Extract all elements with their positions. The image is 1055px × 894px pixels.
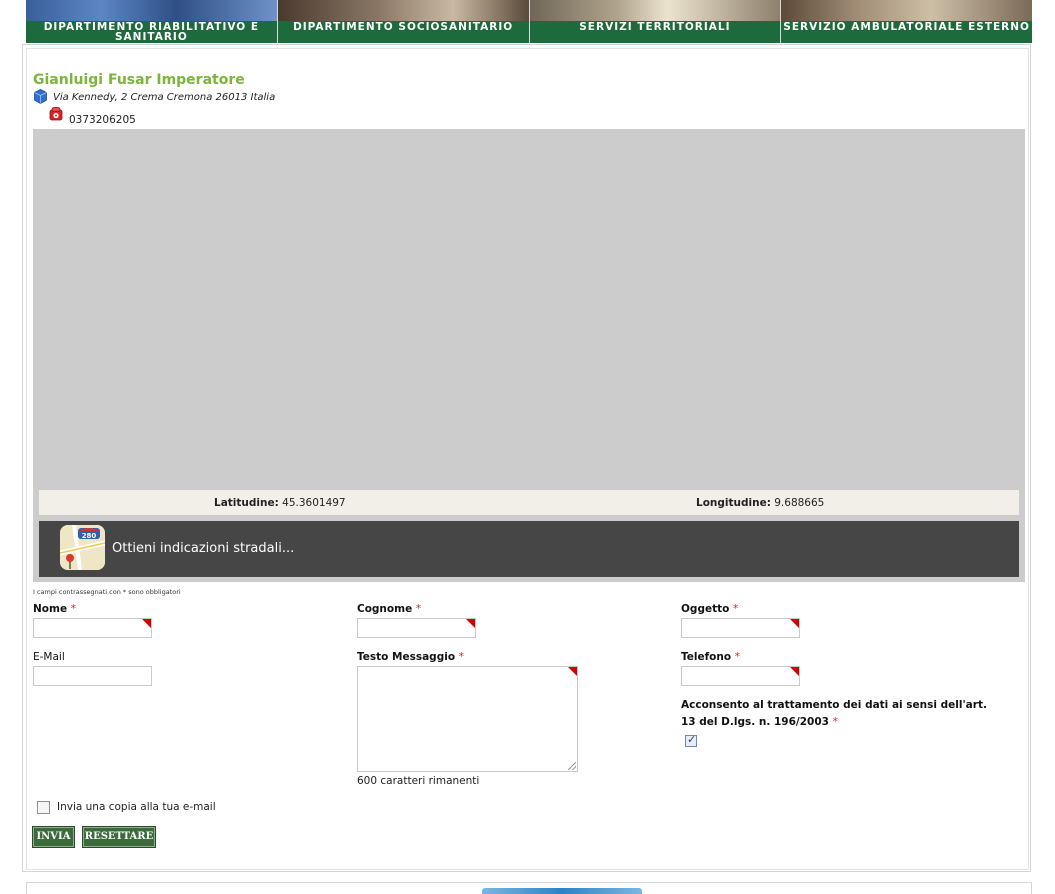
latitude-value: 45.3601497 [282,497,346,509]
email-label: E-Mail [33,651,65,663]
nav-item-servizi-territoriali[interactable]: SERVIZI TERRITORIALI [529,0,782,43]
contact-address: Via Kennedy, 2 Crema Cremona 26013 Itali… [53,92,276,103]
latitude: Latitudine: 45.3601497 [214,497,346,509]
address-icon [34,89,47,104]
longitude-label: Longitudine: [696,497,771,509]
telefono-input[interactable] [681,666,800,686]
contact-phone: 0373206205 [69,114,136,126]
nav-item-label: DIPARTIMENTO RIABILITATIVO E SANITARIO [26,21,277,43]
email-input[interactable] [33,666,152,686]
nome-input[interactable] [33,618,152,638]
oggetto-input[interactable] [681,618,800,638]
nome-label: Nome * [33,603,76,615]
send-copy-checkbox[interactable] [37,801,50,814]
longitude-value: 9.688665 [774,497,825,509]
get-directions-label: Ottieni indicazioni stradali... [112,541,295,556]
footer-logo [482,888,642,894]
latitude-label: Latitudine: [214,497,279,509]
consent-label: Acconsento al trattamento dei dati ai se… [681,699,987,728]
nav-banner-image [781,0,1032,21]
department-nav: DIPARTIMENTO RIABILITATIVO E SANITARIO D… [26,0,1032,43]
nav-banner-image [277,0,529,21]
coordinates-bar: Latitudine: 45.3601497 Longitudine: 9.68… [39,490,1019,515]
checkmark-icon: ✓ [687,733,697,746]
contact-name: Gianluigi Fusar Imperatore [33,72,245,88]
nav-item-sociosanitario[interactable]: DIPARTIMENTO SOCIOSANITARIO [277,0,530,43]
longitude: Longitudine: 9.688665 [696,497,824,509]
consent-checkbox[interactable]: ✓ [685,733,697,747]
chars-remaining: 600 caratteri rimanenti [357,775,480,787]
nav-item-label: SERVIZIO AMBULATORIALE ESTERNO [781,21,1032,43]
maps-icon: 280 [60,525,105,570]
telefono-label: Telefono * [681,651,740,663]
messaggio-textarea[interactable] [357,666,578,772]
cognome-label: Cognome * [357,603,422,615]
submit-button[interactable]: INVIA [33,827,74,847]
nav-banner-image [529,0,781,21]
cognome-input[interactable] [357,618,476,638]
nav-banner-image [26,0,277,21]
required-note: I campi contrassegnati con * sono obblig… [33,588,181,596]
nav-item-ambulatoriale[interactable]: SERVIZIO AMBULATORIALE ESTERNO [781,0,1032,43]
resize-handle-icon[interactable] [568,762,576,770]
nav-item-label: SERVIZI TERRITORIALI [529,21,781,43]
nav-item-label: DIPARTIMENTO SOCIOSANITARIO [277,21,529,43]
get-directions-button[interactable]: 280 Ottieni indicazioni stradali... [39,521,1019,577]
reset-button[interactable]: RESETTARE [83,827,155,847]
messaggio-label: Testo Messaggio * [357,651,464,663]
maps-icon-number: 280 [82,532,97,540]
nav-item-riabilitativo[interactable]: DIPARTIMENTO RIABILITATIVO E SANITARIO [26,0,278,43]
phone-icon [49,107,63,121]
footer-panel [26,882,1032,894]
oggetto-label: Oggetto * [681,603,739,615]
send-copy-label: Invia una copia alla tua e-mail [57,801,216,813]
